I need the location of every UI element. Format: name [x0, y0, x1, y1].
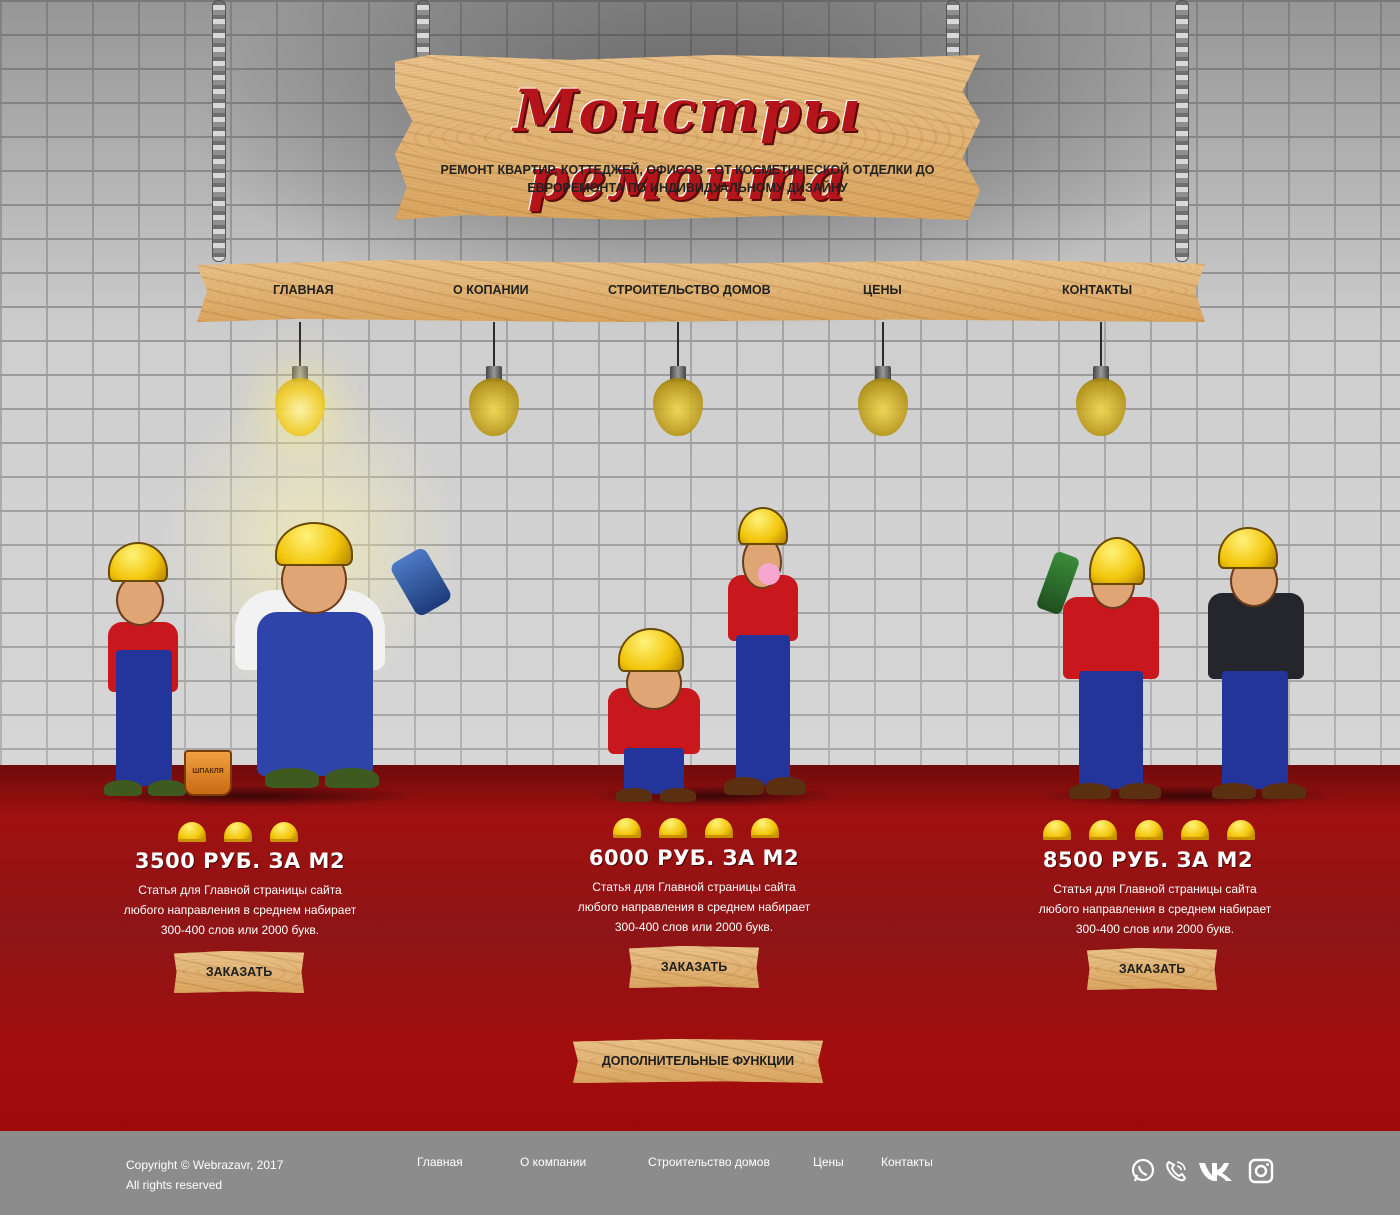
chain: [946, 0, 960, 60]
bulb-cord: [493, 322, 495, 366]
viber-icon[interactable]: [1162, 1157, 1190, 1185]
subtitle-line: РЕМОНТ КВАРТИР, КОТТЕДЖЕЙ, ОФИСОВ - ОТ К…: [440, 163, 935, 177]
chain: [1175, 0, 1189, 262]
helmet-icon: [1181, 820, 1209, 840]
nav-item-about[interactable]: О КОПАНИИ: [453, 283, 529, 297]
nav-item-contacts[interactable]: КОНТАКТЫ: [1062, 283, 1132, 297]
nav-item-prices[interactable]: ЦЕНЫ: [863, 283, 902, 297]
bulb-cord: [677, 322, 679, 366]
plan-price: 3500 РУБ. ЗА М2: [134, 849, 346, 873]
light-bulb-icon: [469, 366, 519, 436]
bucket-label: ШПАКЛЯ: [192, 768, 224, 775]
helmet-icon: [613, 818, 641, 838]
rights-text: All rights reserved: [126, 1178, 223, 1192]
worker-illustration-short: [600, 628, 710, 803]
desc-line: Статья для Главной страницы сайта: [592, 880, 796, 894]
order-button[interactable]: ЗАКАЗАТЬ: [1087, 948, 1217, 990]
chain: [416, 0, 430, 60]
vk-icon[interactable]: [1196, 1157, 1236, 1185]
plan-price: 8500 РУБ. ЗА М2: [1042, 848, 1254, 872]
desc-line: любого направления в среднем набирает: [577, 900, 811, 914]
instagram-icon[interactable]: [1247, 1157, 1275, 1185]
footer-link-about[interactable]: О компании: [520, 1155, 586, 1169]
helmet-icon: [224, 822, 252, 842]
nav-item-construction[interactable]: СТРОИТЕЛЬСТВО ДОМОВ: [608, 283, 771, 297]
order-button[interactable]: ЗАКАЗАТЬ: [174, 951, 304, 993]
bulb-cord: [299, 322, 301, 366]
helmet-icon: [178, 822, 206, 842]
extra-functions-button[interactable]: ДОПОЛНИТЕЛЬНЫЕ ФУНКЦИИ: [573, 1039, 823, 1083]
plan-price: 6000 РУБ. ЗА М2: [588, 846, 800, 870]
helmet-icon: [705, 818, 733, 838]
subtitle-line: ЕВРОРЕМОНТА ПО ИНДИВИДУАЛЬНОМУ ДИЗАЙНУ: [527, 181, 848, 195]
plan-description: Статья для Главной страницы сайта любого…: [75, 880, 405, 940]
site-subtitle: РЕМОНТ КВАРТИР, КОТТЕДЖЕЙ, ОФИСОВ - ОТ К…: [435, 161, 940, 197]
helmet-icon: [1135, 820, 1163, 840]
nav-item-home[interactable]: ГЛАВНАЯ: [273, 283, 334, 297]
helmet-icon: [1089, 820, 1117, 840]
helmet-icon: [751, 818, 779, 838]
helmet-icon: [270, 822, 298, 842]
worker-illustration-drill: [1035, 535, 1175, 800]
bulb-cord: [882, 322, 884, 366]
footer-link-prices[interactable]: Цены: [813, 1155, 844, 1169]
footer-link-construction[interactable]: Строительство домов: [648, 1155, 770, 1169]
plan-description: Статья для Главной страницы сайта любого…: [990, 879, 1320, 939]
desc-line: 300-400 слов или 2000 букв.: [160, 923, 320, 937]
copyright: Copyright © Webrazavr, 2017 All rights r…: [126, 1155, 283, 1195]
footer-link-contacts[interactable]: Контакты: [881, 1155, 933, 1169]
order-button[interactable]: ЗАКАЗАТЬ: [629, 946, 759, 988]
bulb-cord: [1100, 322, 1102, 366]
whatsapp-icon[interactable]: [1129, 1157, 1157, 1185]
desc-line: любого направления в среднем набирает: [123, 903, 357, 917]
desc-line: Статья для Главной страницы сайта: [1053, 882, 1257, 896]
light-bulb-icon: [858, 366, 908, 436]
worker-illustration-tall: [700, 505, 840, 805]
footer-link-home[interactable]: Главная: [417, 1155, 463, 1169]
light-bulb-icon: [1076, 366, 1126, 436]
light-bulb-icon: [275, 366, 325, 436]
worker-illustration-big: [225, 522, 454, 802]
logo-sign: Монстры ремонта РЕМОНТ КВАРТИР, КОТТЕДЖЕ…: [395, 55, 980, 220]
worker-illustration-foreman: [1200, 525, 1330, 805]
desc-line: 300-400 слов или 2000 букв.: [1075, 922, 1235, 936]
desc-line: Статья для Главной страницы сайта: [138, 883, 342, 897]
chain: [212, 0, 226, 262]
desc-line: любого направления в среднем набирает: [1038, 902, 1272, 916]
helmet-icon: [1227, 820, 1255, 840]
plan-description: Статья для Главной страницы сайта любого…: [529, 877, 859, 937]
rating-helmets: [1043, 820, 1255, 840]
helmet-icon: [1043, 820, 1071, 840]
helmet-icon: [659, 818, 687, 838]
copyright-text: Copyright © Webrazavr, 2017: [126, 1158, 284, 1172]
light-bulb-icon: [653, 366, 703, 436]
rating-helmets: [178, 822, 298, 842]
rating-helmets: [613, 818, 779, 838]
desc-line: 300-400 слов или 2000 букв.: [614, 920, 774, 934]
